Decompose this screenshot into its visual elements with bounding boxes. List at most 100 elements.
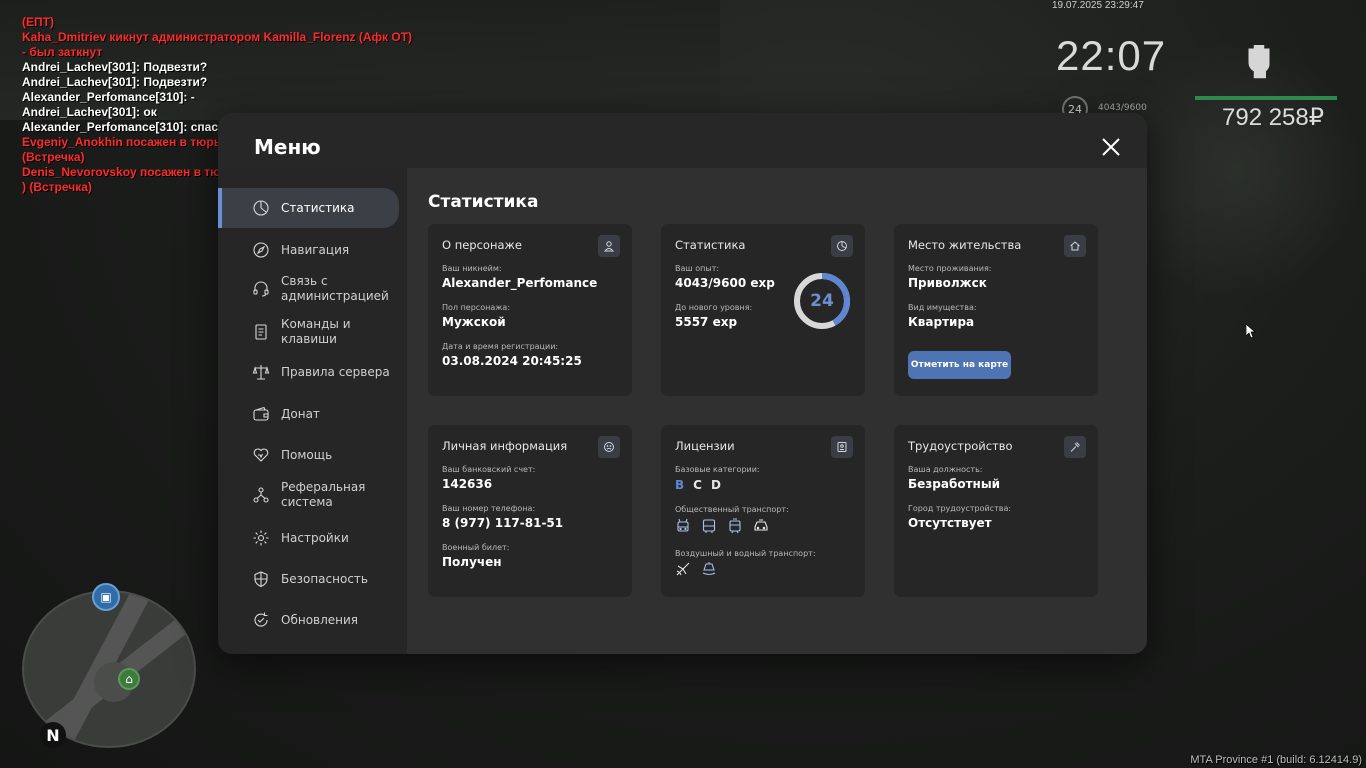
- chat-line: (ЕПТ): [22, 15, 54, 29]
- phone-value: 8 (977) 117-81-51: [442, 516, 564, 530]
- position-value: Безработный: [908, 477, 1001, 491]
- public-transport-icons: [675, 518, 769, 534]
- sidebar-item-11[interactable]: Обновления: [218, 601, 399, 639]
- personal-info-card: Личная информация Ваш банковский счет: 1…: [428, 425, 632, 597]
- card-title: Трудоустройство: [908, 439, 1013, 453]
- chart-pie-icon: [253, 200, 269, 216]
- sidebar-item-6[interactable]: Донат: [218, 395, 399, 433]
- tram-icon: [729, 518, 741, 534]
- next-level-label: До нового уровня:: [675, 303, 753, 312]
- server-build-label: MTA Province #1 (build: 6.12414.9): [1190, 754, 1362, 766]
- trolleybus-icon: [677, 518, 689, 532]
- residence-card: Место жительства Место проживания: Приво…: [894, 224, 1098, 396]
- shield-icon: [254, 571, 268, 588]
- base-categories-label: Базовые категории:: [675, 465, 760, 474]
- sidebar-item-1[interactable]: Статистика: [218, 188, 399, 228]
- license-category: D: [710, 478, 721, 492]
- job-city-label: Город трудоустройства:: [908, 504, 1012, 513]
- sidebar-item-label: Безопасность: [281, 571, 368, 586]
- chat-line: Kaha_Dmitriev кикнут администратором Kam…: [22, 30, 413, 44]
- air-water-label: Воздушный и водный транспорт:: [675, 549, 816, 558]
- military-label: Военный билет:: [442, 543, 510, 552]
- military-value: Получен: [442, 555, 502, 569]
- hud-clock: 22:07: [1056, 32, 1167, 79]
- air-water-icons: [675, 561, 717, 577]
- content-area: Статистика О персонаже Ваш никнейм: Alex…: [407, 168, 1147, 654]
- fist-icon: [1238, 38, 1280, 80]
- boat-icon: [702, 562, 716, 576]
- place-value: Приволжск: [908, 276, 987, 290]
- exp-value: 4043/9600 exp: [675, 276, 775, 290]
- document-icon: [255, 324, 267, 340]
- sidebar-item-label: Настройки: [281, 530, 349, 545]
- card-title: Лицензии: [675, 439, 735, 453]
- card-title: Место жительства: [908, 238, 1022, 252]
- north-indicator-icon: N: [40, 722, 66, 748]
- sidebar-item-label: Реферальная система: [281, 480, 366, 509]
- property-label: Вид имущества:: [908, 303, 977, 312]
- employment-card: Трудоустройство Ваша должность: Безработ…: [894, 425, 1098, 597]
- hud-date: 19.07.2025 23:29:47: [1052, 0, 1144, 11]
- menu-title: Меню: [254, 135, 321, 159]
- home-icon: ⌂: [118, 668, 140, 690]
- face-icon: [598, 436, 620, 458]
- bus-stop-icon: ▣: [92, 583, 120, 611]
- level-value: 24: [810, 291, 834, 311]
- sidebar-item-label: Правила сервера: [281, 364, 390, 379]
- card-title: Личная информация: [442, 439, 568, 453]
- position-label: Ваша должность:: [908, 465, 983, 474]
- mouse-cursor-icon: [1246, 324, 1256, 338]
- sidebar-item-9[interactable]: Настройки: [218, 519, 399, 557]
- taxi-icon: [754, 519, 768, 531]
- reg-value: 03.08.2024 20:45:25: [442, 354, 582, 368]
- public-transport-label: Общественный транспорт:: [675, 505, 789, 514]
- sidebar-item-5[interactable]: Правила сервера: [218, 353, 399, 391]
- wallet-icon: [253, 406, 269, 421]
- hammer-icon: [1064, 436, 1086, 458]
- sidebar-item-label: Статистика: [281, 200, 355, 215]
- card-title: О персонаже: [442, 238, 522, 252]
- sidebar-item-label: Обновления: [281, 612, 359, 627]
- gender-value: Мужской: [442, 315, 506, 329]
- close-icon[interactable]: [1101, 137, 1121, 157]
- chat-line: Andrei_Lachev[301]: Подвезти?: [22, 75, 208, 89]
- next-level-value: 5557 exp: [675, 315, 738, 329]
- license-category: B: [675, 478, 685, 492]
- mark-on-map-button[interactable]: Отметить на карте: [908, 351, 1011, 379]
- sidebar-item-7[interactable]: Помощь: [218, 436, 399, 474]
- gear-icon: [253, 530, 269, 546]
- airplane-icon: [676, 562, 690, 576]
- nick-label: Ваш никнейм:: [442, 264, 502, 273]
- house-icon: [1064, 235, 1086, 257]
- bus-icon: [702, 519, 716, 533]
- character-card: О персонаже Ваш никнейм: Alexander_Perfo…: [428, 224, 632, 396]
- page-title: Статистика: [428, 192, 539, 212]
- property-value: Квартира: [908, 315, 975, 329]
- exp-label: Ваш опыт:: [675, 264, 720, 273]
- bank-value: 142636: [442, 477, 493, 491]
- license-category: C: [693, 478, 702, 492]
- sidebar-item-label: Связь с администрацией: [281, 274, 389, 303]
- sidebar-item-10[interactable]: Безопасность: [218, 560, 399, 598]
- place-label: Место проживания:: [908, 264, 992, 273]
- chat-line: Alexander_Perfomance[310]: -: [22, 90, 195, 104]
- hud-exp: 4043/9600: [1098, 103, 1147, 113]
- scales-icon: [252, 365, 270, 380]
- chart-pie-icon: [831, 235, 853, 257]
- sidebar-item-label: Помощь: [281, 447, 333, 462]
- refresh-check-icon: [254, 612, 268, 627]
- bank-label: Ваш банковский счет:: [442, 465, 536, 474]
- menu-header: Меню: [218, 113, 1147, 168]
- sidebar-item-label: Донат: [281, 406, 320, 421]
- headset-icon: [253, 281, 269, 297]
- person-icon: [598, 235, 620, 257]
- sidebar-item-4[interactable]: Команды и клавиши: [218, 313, 399, 351]
- stats-card: Статистика Ваш опыт: 4043/9600 exp До но…: [661, 224, 865, 396]
- job-city-value: Отсутствует: [908, 516, 992, 530]
- nick-value: Alexander_Perfomance: [442, 276, 598, 290]
- sidebar-item-3[interactable]: Связь с администрацией: [218, 264, 399, 314]
- hud-money: 792 258₽: [1222, 104, 1325, 131]
- compass-icon: [253, 242, 269, 258]
- sidebar-item-8[interactable]: Реферальная система: [218, 470, 399, 520]
- chat-line: Andrei_Lachev[301]: Подвезти?: [22, 60, 208, 74]
